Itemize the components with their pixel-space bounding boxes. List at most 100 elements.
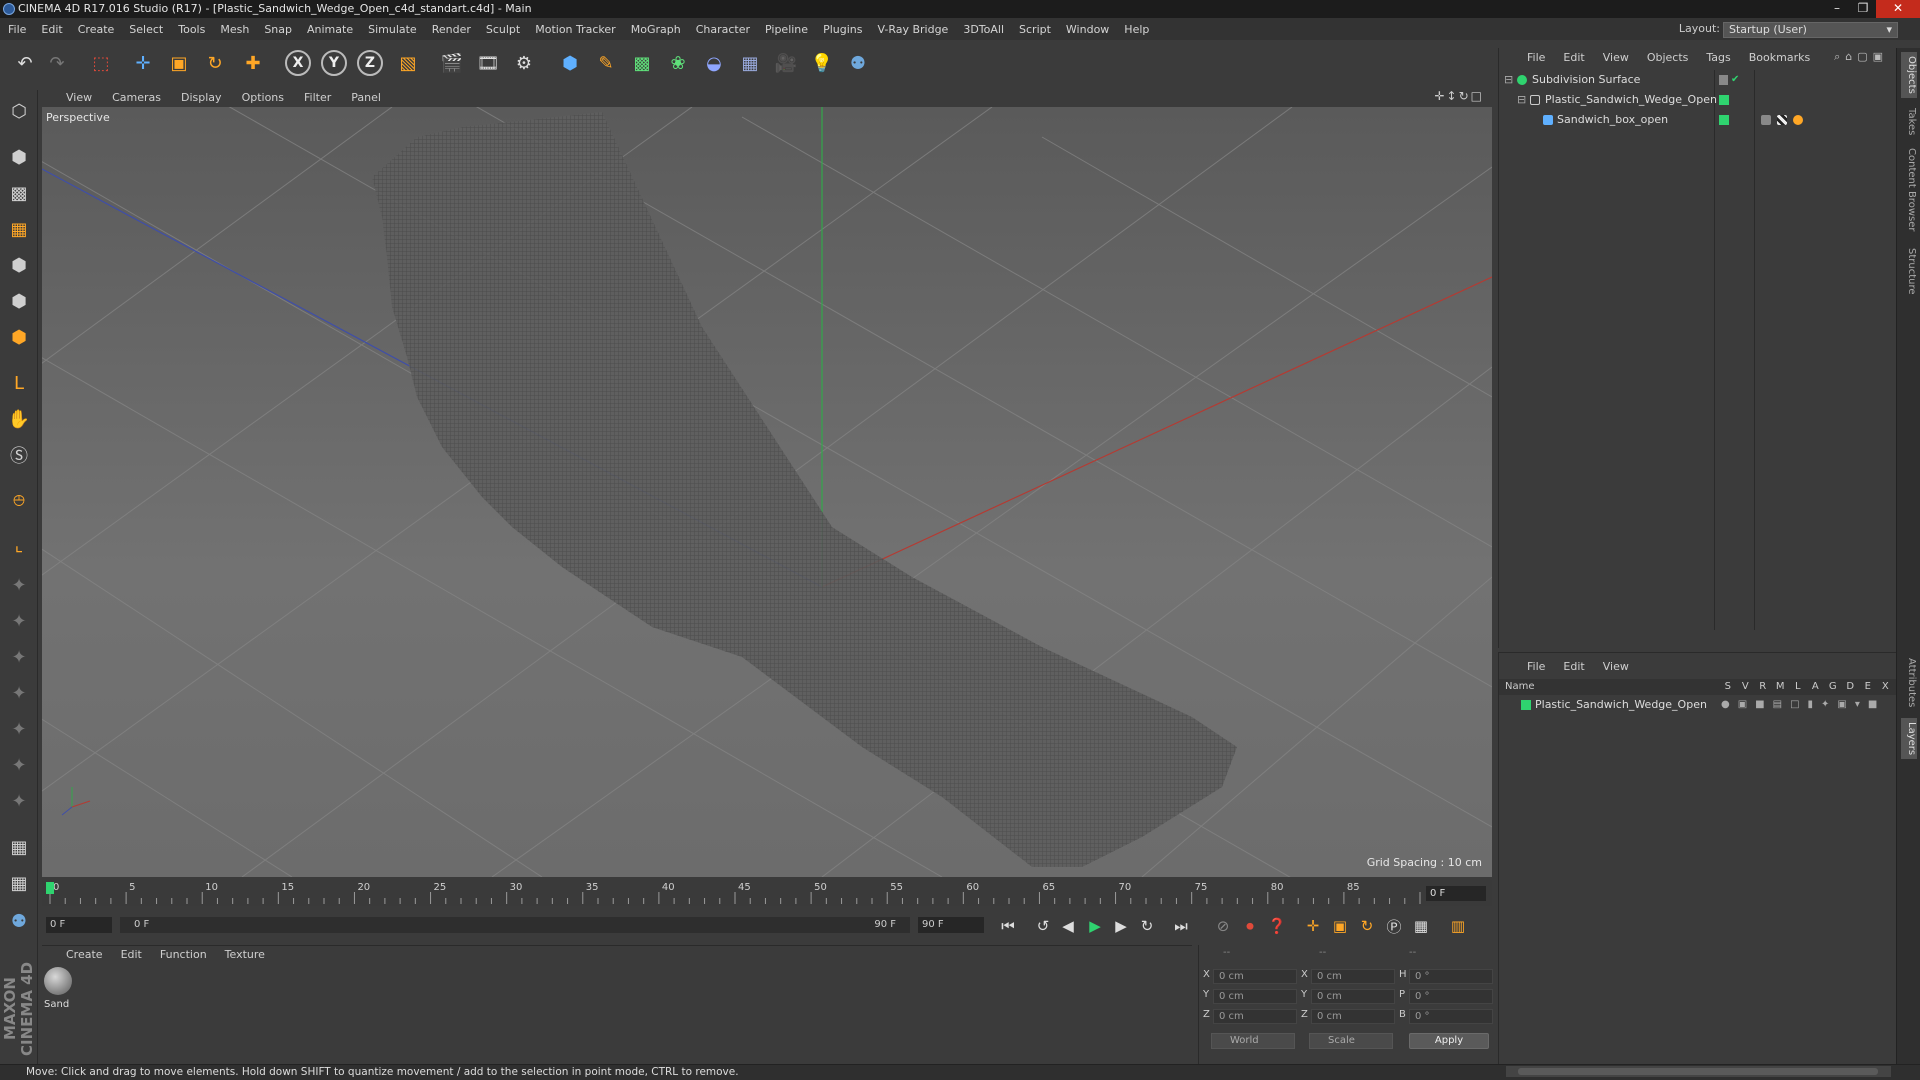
layout-dropdown[interactable]: Startup (User) (1723, 22, 1898, 38)
position-x-field[interactable]: 0 cm (1213, 969, 1297, 984)
z-axis-lock-icon[interactable]: Z (357, 50, 383, 76)
om-menu-bookmarks[interactable]: Bookmarks (1749, 51, 1810, 64)
record-keys-disabled-icon[interactable]: ⊘ (1212, 915, 1234, 937)
om-menu-edit[interactable]: Edit (1563, 51, 1584, 64)
model-mode-icon[interactable]: ⬢ (4, 142, 34, 172)
lm-menu-edit[interactable]: Edit (1563, 660, 1584, 673)
sculpt-brush-7-icon[interactable]: ✦ (4, 786, 34, 816)
frame-range-slider[interactable]: 0 F 90 F (120, 917, 910, 933)
menu-mesh[interactable]: Mesh (220, 23, 249, 36)
tab-takes[interactable]: Takes (1901, 108, 1917, 135)
redo-icon[interactable]: ↷ (42, 48, 72, 78)
scale-tool-icon[interactable]: ▣ (164, 48, 194, 78)
om-menu-objects[interactable]: Objects (1647, 51, 1689, 64)
menu-help[interactable]: Help (1124, 23, 1149, 36)
material-menu-create[interactable]: Create (66, 948, 103, 961)
layer-col-view[interactable]: V (1737, 679, 1755, 695)
object-row-subdivision-surface[interactable]: ⊟ Subdivision Surface ✔ (1499, 70, 1897, 90)
deformer-icon[interactable]: ◒ (699, 48, 729, 78)
material-menu-function[interactable]: Function (160, 948, 207, 961)
goto-end-icon[interactable]: ⏭ (1170, 915, 1192, 937)
sculpt-brush-2-icon[interactable]: ✦ (4, 606, 34, 636)
previous-frame-icon[interactable]: ◀ (1057, 915, 1079, 937)
layer-color-icon[interactable] (1719, 75, 1728, 85)
render-picture-viewer-icon[interactable]: 🎞 (473, 48, 503, 78)
layer-col-manager[interactable]: M (1772, 679, 1790, 695)
size-y-field[interactable]: 0 cm (1311, 989, 1395, 1004)
coordinate-mode-dropdown[interactable]: World (1211, 1033, 1295, 1049)
sculpt-brush-3-icon[interactable]: ✦ (4, 642, 34, 672)
menu-motion-tracker[interactable]: Motion Tracker (535, 23, 615, 36)
mograph-cloner-icon[interactable]: ❀ (663, 48, 693, 78)
live-selection-icon[interactable]: ⬚ (86, 48, 116, 78)
layer-col-render[interactable]: R (1754, 679, 1772, 695)
layer-color-icon[interactable] (1719, 115, 1729, 125)
collapse-toggle-icon[interactable]: ⊟ (1517, 90, 1526, 110)
snap-icon[interactable]: Ⓢ (4, 440, 34, 470)
menu-snap[interactable]: Snap (264, 23, 292, 36)
tab-objects[interactable]: Objects (1901, 52, 1917, 98)
key-scale-icon[interactable]: ▣ (1329, 915, 1351, 937)
y-axis-lock-icon[interactable]: Y (321, 50, 347, 76)
menu-character[interactable]: Character (696, 23, 750, 36)
om-menu-tags[interactable]: Tags (1706, 51, 1730, 64)
viewport-menu-options[interactable]: Options (242, 91, 284, 104)
workplane-mode-icon[interactable]: ▦ (4, 214, 34, 244)
layer-flag-icons[interactable]: ●▣■▤□▮✦▣▾■ (1721, 696, 1885, 714)
points-mode-icon[interactable]: ⬢ (4, 250, 34, 280)
playhead-marker[interactable] (46, 882, 54, 894)
viewport-menu-cameras[interactable]: Cameras (112, 91, 161, 104)
polygons-mode-icon[interactable]: ⬢ (4, 322, 34, 352)
undo-icon[interactable]: ↶ (10, 48, 40, 78)
tab-content-browser[interactable]: Content Browser (1901, 148, 1917, 231)
key-position-icon[interactable]: ✛ (1302, 915, 1324, 937)
sculpt-brush-1-icon[interactable]: ✦ (4, 570, 34, 600)
uvw-tag-icon[interactable] (1793, 115, 1803, 125)
tab-layers[interactable]: Layers (1901, 718, 1917, 760)
viewport-menu-view[interactable]: View (66, 91, 92, 104)
magnet-icon[interactable]: ⦺ (4, 484, 34, 514)
menu-mograph[interactable]: MoGraph (631, 23, 681, 36)
x-axis-lock-icon[interactable]: X (285, 50, 311, 76)
sculpt-brush-5-icon[interactable]: ✦ (4, 714, 34, 744)
transform-tool-icon[interactable]: ✚ (238, 48, 268, 78)
python-script-icon[interactable]: ⚉ (4, 906, 34, 936)
layer-row[interactable]: Plastic_Sandwich_Wedge_Open ●▣■▤□▮✦▣▾■ (1499, 696, 1897, 714)
grid-snap-icon[interactable]: ▦ (4, 832, 34, 862)
move-tool-icon[interactable]: ✛ (128, 48, 158, 78)
position-z-field[interactable]: 0 cm (1213, 1009, 1297, 1024)
layer-col-locked[interactable]: L (1789, 679, 1807, 695)
close-icon[interactable]: ✕ (1876, 0, 1920, 18)
layer-color-swatch[interactable] (1521, 700, 1531, 710)
tweak-mode-icon[interactable]: ✋ (4, 404, 34, 434)
viewport-menu-filter[interactable]: Filter (304, 91, 331, 104)
previous-key-icon[interactable]: ↺ (1032, 915, 1054, 937)
sculpt-brush-4-icon[interactable]: ✦ (4, 678, 34, 708)
menu-file[interactable]: File (8, 23, 26, 36)
menu-window[interactable]: Window (1066, 23, 1109, 36)
minimize-icon[interactable]: – (1824, 0, 1850, 18)
play-icon[interactable]: ▶ (1084, 915, 1106, 937)
phong-tag-icon[interactable] (1761, 115, 1771, 125)
coordinate-transform-dropdown[interactable]: Scale (1309, 1033, 1393, 1049)
horizontal-scrollbar[interactable] (1506, 1066, 1891, 1077)
menu-animate[interactable]: Animate (307, 23, 353, 36)
layer-col-generators[interactable]: G (1824, 679, 1842, 695)
material-menu-edit[interactable]: Edit (121, 948, 142, 961)
rotation-h-field[interactable]: 0 ° (1409, 969, 1493, 984)
viewport-camera-label[interactable]: Perspective (46, 111, 110, 124)
python-icon[interactable]: ⚉ (843, 48, 873, 78)
lm-menu-file[interactable]: File (1527, 660, 1545, 673)
next-key-icon[interactable]: ↻ (1136, 915, 1158, 937)
key-rotation-icon[interactable]: ↻ (1356, 915, 1378, 937)
timeline-window-icon[interactable]: ▥ (1447, 915, 1469, 937)
material-tag-icon[interactable] (1777, 115, 1787, 125)
key-parameter-icon[interactable]: Ⓟ (1383, 915, 1405, 937)
render-settings-icon[interactable]: ⚙ (509, 48, 539, 78)
texture-mode-icon[interactable]: ▩ (4, 178, 34, 208)
menu-render[interactable]: Render (432, 23, 471, 36)
size-z-field[interactable]: 0 cm (1311, 1009, 1395, 1024)
object-row-plastic-sandwich-wedge-open[interactable]: ⊟ Plastic_Sandwich_Wedge_Open (1499, 90, 1897, 110)
current-frame-field[interactable]: 0 F (1426, 886, 1486, 901)
enable-check-icon[interactable]: ✔ (1731, 70, 1739, 90)
